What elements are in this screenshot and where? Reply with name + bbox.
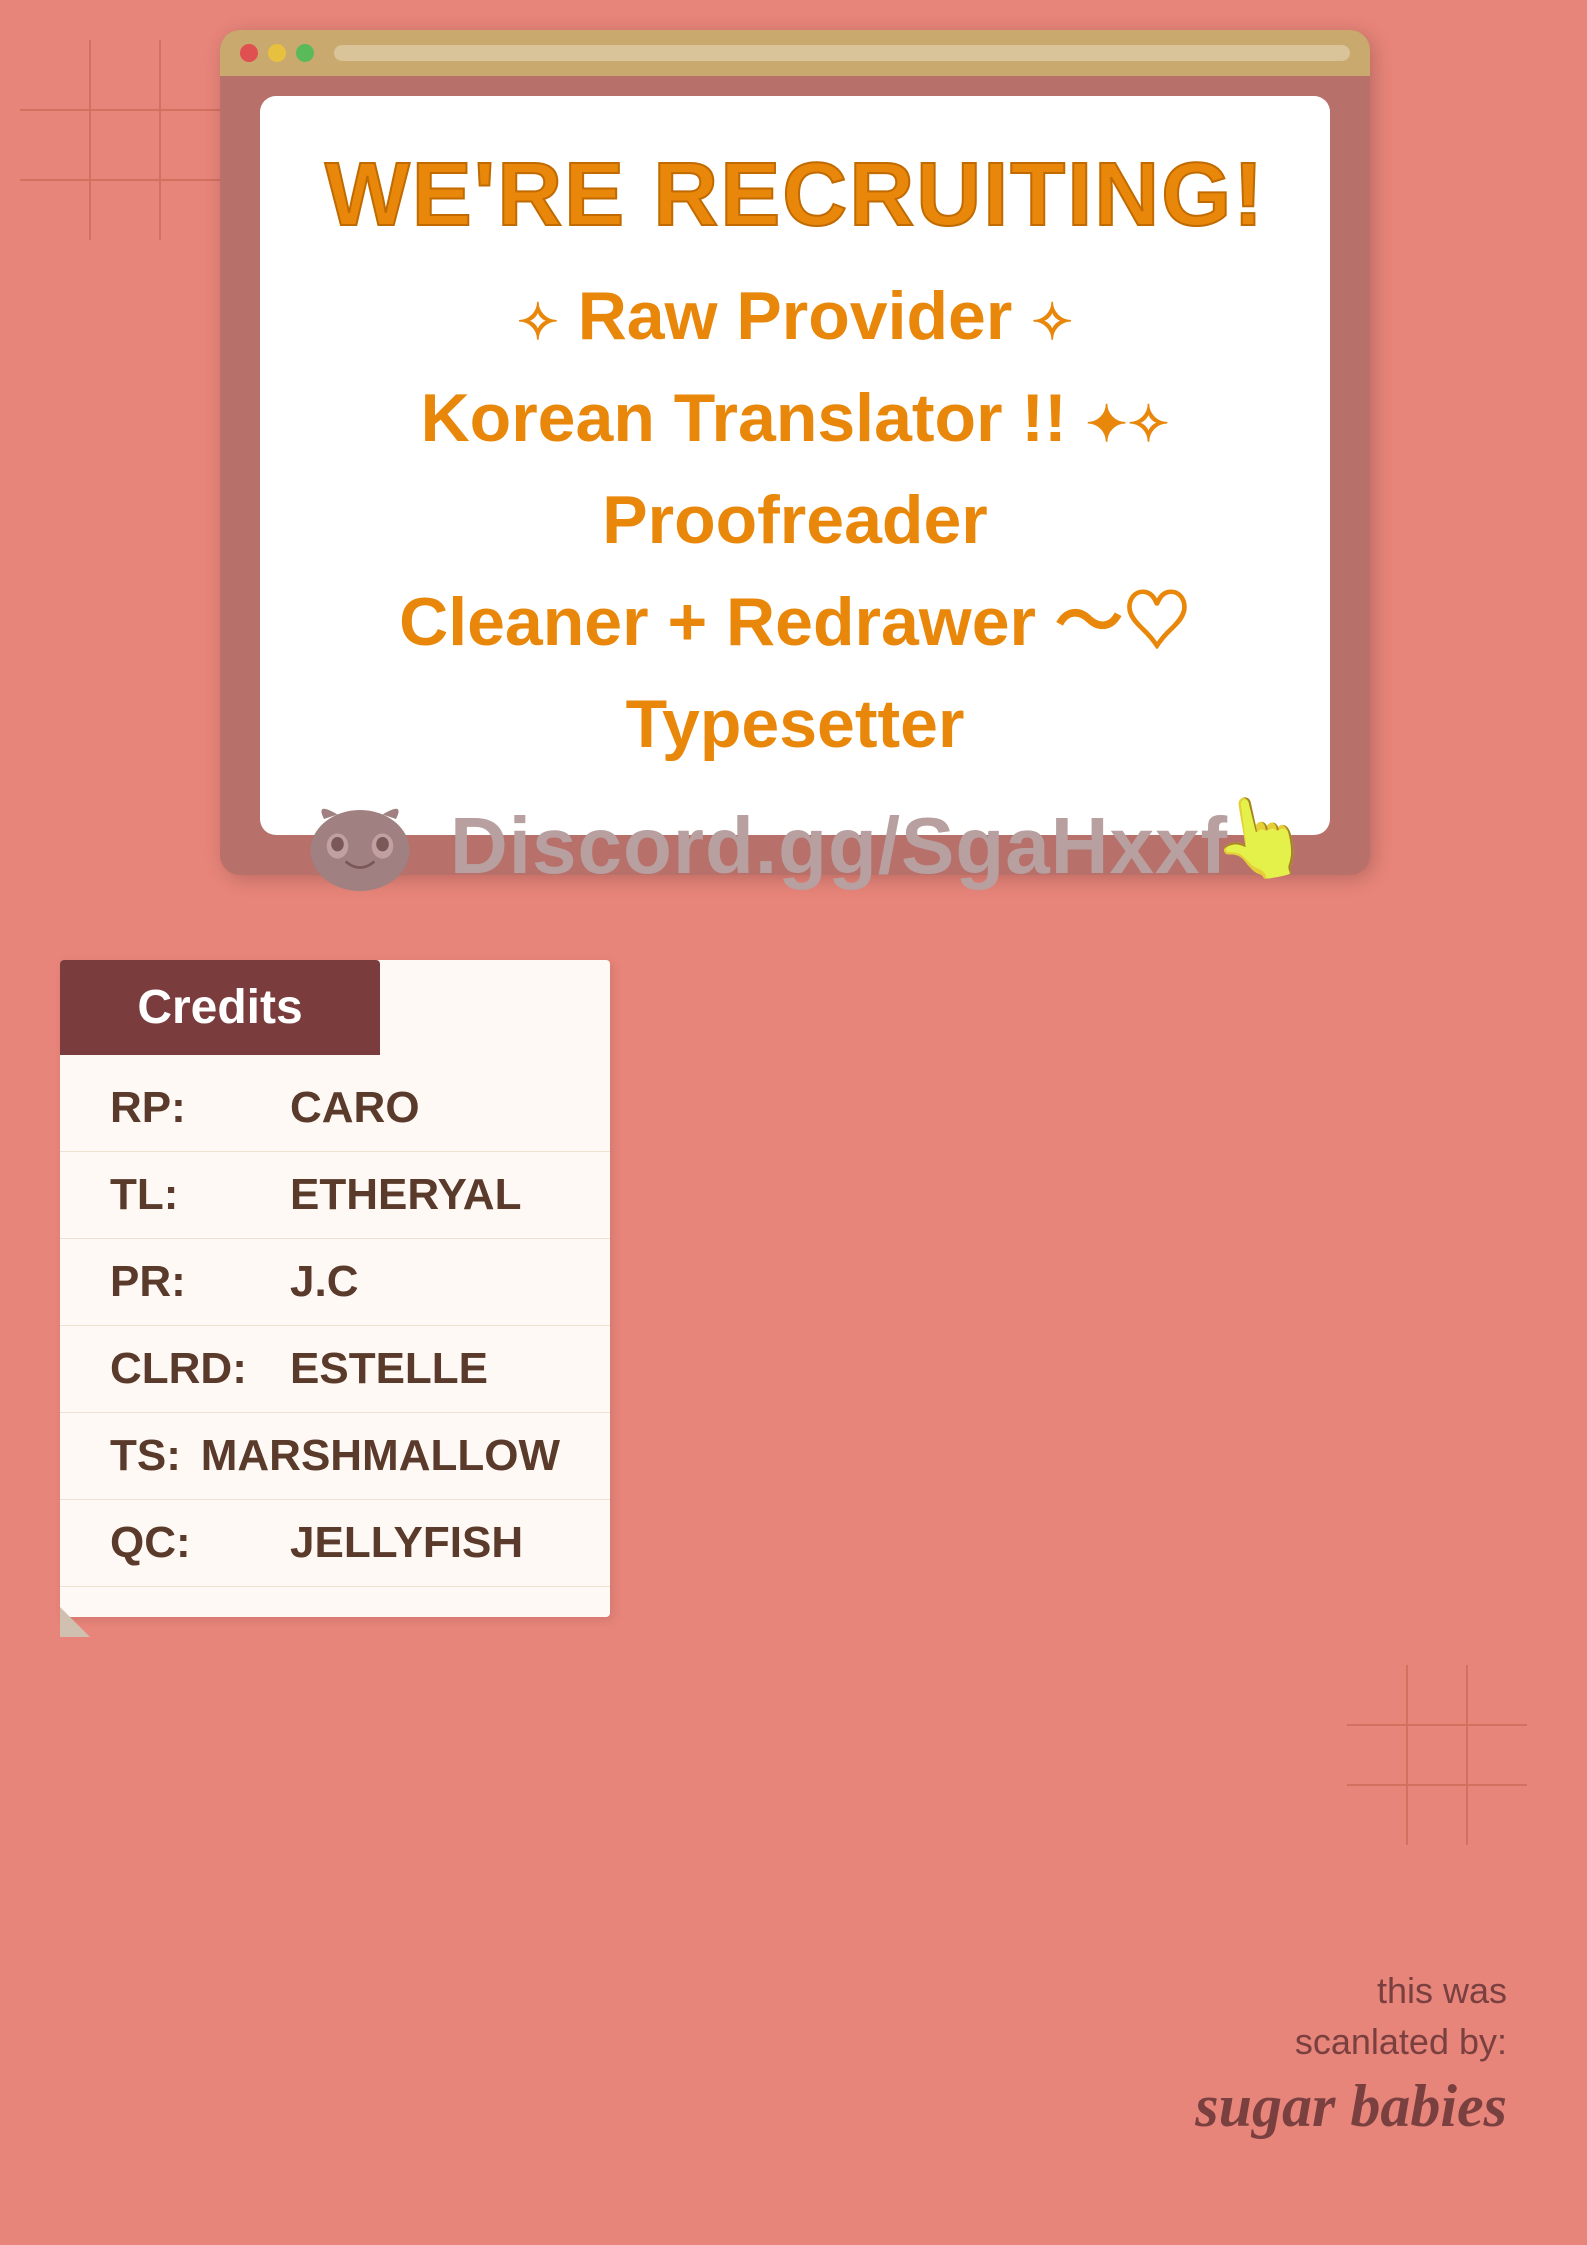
- discord-invite-text[interactable]: Discord.gg/SgaHxxf: [450, 800, 1228, 892]
- credits-role-rp: RP:: [110, 1083, 290, 1133]
- grid-decoration-bottom-right: [1347, 1665, 1527, 1845]
- grid-decoration-top-left: [20, 40, 220, 240]
- credits-role-tl: TL:: [110, 1170, 290, 1220]
- recruiting-item-1: ✧ Raw Provider ✧: [300, 265, 1290, 367]
- recruiting-item-3: Proofreader: [300, 469, 1290, 571]
- credits-role-clrd: CLRD:: [110, 1344, 290, 1394]
- recruiting-item-2: Korean Translator !! ✦✧: [300, 367, 1290, 469]
- credits-role-qc: QC:: [110, 1518, 290, 1568]
- scanlation-credit: this was scanlated by: sugar babies: [1195, 1966, 1507, 2145]
- credits-header: Credits: [60, 960, 380, 1055]
- credits-name-clrd: ESTELLE: [290, 1344, 488, 1394]
- scanlated-line2: scanlated by:: [1195, 2017, 1507, 2067]
- credits-name-ts: MARSHMALLOW: [201, 1431, 560, 1481]
- credits-row-rp: RP: CARO: [60, 1065, 610, 1152]
- recruiting-item-5: Typesetter: [300, 673, 1290, 775]
- recruiting-title: WE'RE RECRUITING!: [300, 146, 1290, 245]
- credits-name-pr: J.C: [290, 1257, 358, 1307]
- discord-section: Discord.gg/SgaHxxf: [300, 800, 1228, 892]
- discord-logo-icon: [300, 801, 420, 891]
- browser-titlebar: [220, 30, 1370, 76]
- credits-card: Credits RP: CARO TL: ETHERYAL PR: J.C CL…: [60, 960, 610, 1617]
- credits-role-ts: TS:: [110, 1431, 201, 1481]
- credits-name-qc: JELLYFISH: [290, 1518, 523, 1568]
- credits-name-rp: CARO: [290, 1083, 420, 1133]
- credits-row-tl: TL: ETHERYAL: [60, 1152, 610, 1239]
- recruiting-item-4: Cleaner + Redrawer ～♡: [300, 571, 1290, 673]
- browser-dot-yellow: [268, 44, 286, 62]
- browser-window: WE'RE RECRUITING! ✧ Raw Provider ✧ Korea…: [220, 30, 1370, 875]
- browser-dot-green: [296, 44, 314, 62]
- credits-name-tl: ETHERYAL: [290, 1170, 521, 1220]
- credits-row-qc: QC: JELLYFISH: [60, 1500, 610, 1587]
- credits-row-ts: TS: MARSHMALLOW: [60, 1413, 610, 1500]
- scanlated-line1: this was: [1195, 1966, 1507, 2016]
- credits-role-pr: PR:: [110, 1257, 290, 1307]
- credits-row-pr: PR: J.C: [60, 1239, 610, 1326]
- credits-fold-decoration: [60, 1607, 90, 1637]
- credits-row-clrd: CLRD: ESTELLE: [60, 1326, 610, 1413]
- scanlated-group-name: sugar babies: [1195, 2067, 1507, 2145]
- browser-addressbar: [334, 45, 1350, 61]
- browser-content: WE'RE RECRUITING! ✧ Raw Provider ✧ Korea…: [260, 96, 1330, 835]
- browser-dot-red: [240, 44, 258, 62]
